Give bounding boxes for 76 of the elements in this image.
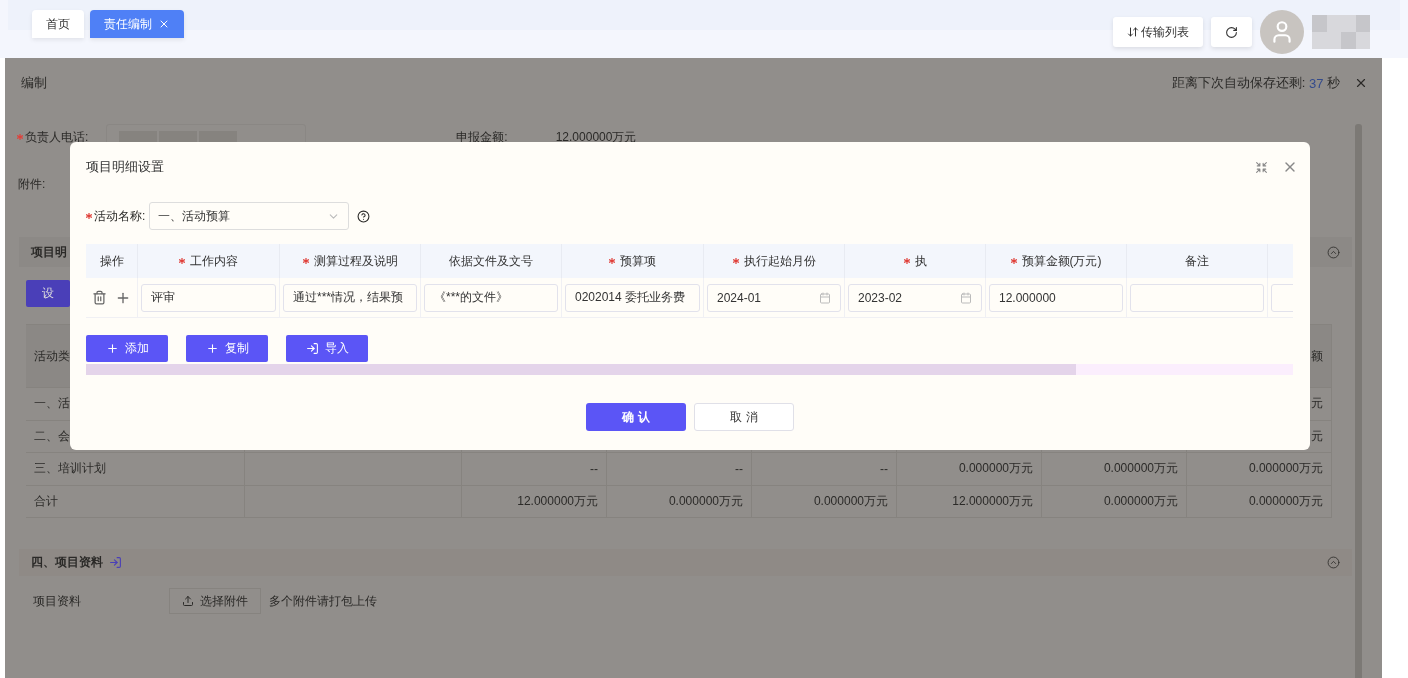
field-label: 项目资料 xyxy=(33,592,81,610)
column-header: 预算项 xyxy=(620,252,656,270)
table-cell: 0.000000万元 xyxy=(607,485,752,518)
page-tab[interactable]: 首页 xyxy=(32,10,84,38)
table-cell: -- xyxy=(462,453,607,486)
upload-hint: 多个附件请打包上传 xyxy=(269,592,377,610)
table-action-button[interactable]: 复制 xyxy=(186,335,268,362)
settings-button[interactable]: 设 xyxy=(26,280,70,307)
import-icon[interactable] xyxy=(109,556,122,569)
column-header: 备注 xyxy=(1185,252,1209,270)
table-cell: 合计 xyxy=(26,485,245,518)
plus-icon xyxy=(105,342,119,355)
table-cell: 三、培训计划 xyxy=(26,453,245,486)
column-header: 操作 xyxy=(99,252,124,270)
table-cell: 0.000000万元 xyxy=(752,485,897,518)
close-icon[interactable] xyxy=(158,18,170,30)
column-header: 执行起始月份 xyxy=(743,252,816,270)
dialog-title: 项目明细设置 xyxy=(86,158,164,176)
table-cell: 0.000000万元 xyxy=(1042,485,1187,518)
transfer-icon xyxy=(1127,26,1139,38)
select-attachment-button[interactable]: 选择附件 xyxy=(169,588,261,614)
input-field[interactable] xyxy=(1130,283,1264,312)
input-field[interactable]: 评审 xyxy=(141,283,276,312)
input-field[interactable]: 通过***情况，结果预 xyxy=(283,283,417,312)
collapse-icon[interactable] xyxy=(1327,245,1340,259)
cancel-button[interactable]: 取 消 xyxy=(694,403,794,431)
field-label: 申报金额: xyxy=(456,128,508,146)
shrink-icon[interactable] xyxy=(1255,160,1268,174)
date-field[interactable]: 2023-02 xyxy=(848,283,982,312)
table-action-button[interactable]: 导入 xyxy=(286,335,368,362)
input-field[interactable]: 《***的文件》 xyxy=(424,283,558,312)
upload-icon xyxy=(182,595,194,607)
table-cell: 0.000000万元 xyxy=(1042,453,1187,486)
autosave-seconds: 37 xyxy=(1307,75,1325,91)
autosave-label: 距离下次自动保存还剩: xyxy=(1171,74,1306,92)
section-title: 四、项目资料 xyxy=(31,554,103,571)
table-action-button[interactable]: 添加 xyxy=(86,335,168,362)
transfer-list-button[interactable]: 传输列表 xyxy=(1113,17,1203,47)
autosave-unit: 秒 xyxy=(1327,74,1340,92)
delete-icon[interactable] xyxy=(92,290,107,305)
amount-value: 12.000000万元 xyxy=(555,128,637,146)
confirm-button[interactable]: 确 认 xyxy=(586,403,686,431)
plus-icon xyxy=(205,342,219,355)
close-icon[interactable] xyxy=(1354,76,1368,90)
table-cell: 12.000000万元 xyxy=(897,485,1042,518)
import-icon xyxy=(305,342,319,355)
column-header: 依据文件及文号 xyxy=(449,252,533,270)
field-label: 负责人电话: xyxy=(25,128,89,146)
section-title: 项目明 xyxy=(31,243,67,261)
table-cell: 0.000000万元 xyxy=(897,453,1042,486)
table-cell: 0.000000万元 xyxy=(1187,453,1332,486)
page-title: 编制 xyxy=(21,74,47,92)
calendar-icon xyxy=(960,291,972,304)
calendar-icon xyxy=(819,291,831,304)
table-cell: 12.000000万元 xyxy=(462,485,607,518)
redacted-name xyxy=(1312,15,1370,49)
column-header: 测算过程及说明 xyxy=(313,252,398,270)
page-tab[interactable]: 责任编制 xyxy=(90,10,184,38)
help-icon[interactable] xyxy=(357,209,371,223)
input-field[interactable]: 0202014 委托业务费 xyxy=(565,283,700,312)
refresh-icon xyxy=(1225,25,1238,39)
field-label: 附件: xyxy=(18,177,46,191)
column-header: 执 xyxy=(914,252,927,270)
input-field[interactable]: 12.000000 xyxy=(989,283,1123,312)
refresh-button[interactable] xyxy=(1211,17,1252,47)
table-cell: -- xyxy=(752,453,897,486)
activity-select[interactable]: 一、活动预算 xyxy=(149,202,350,230)
collapse-icon[interactable] xyxy=(1327,556,1340,569)
field-label: 活动名称: xyxy=(94,207,146,225)
avatar-icon[interactable] xyxy=(1260,10,1304,54)
column-header: 工作内容 xyxy=(190,252,238,270)
table-cell: -- xyxy=(607,453,752,486)
scrollbar[interactable] xyxy=(86,364,1293,375)
date-field[interactable]: 2024-01 xyxy=(707,283,841,312)
table-cell: 0.000000万元 xyxy=(1187,485,1332,518)
column-header: 预算金额(万元) xyxy=(1021,252,1102,270)
